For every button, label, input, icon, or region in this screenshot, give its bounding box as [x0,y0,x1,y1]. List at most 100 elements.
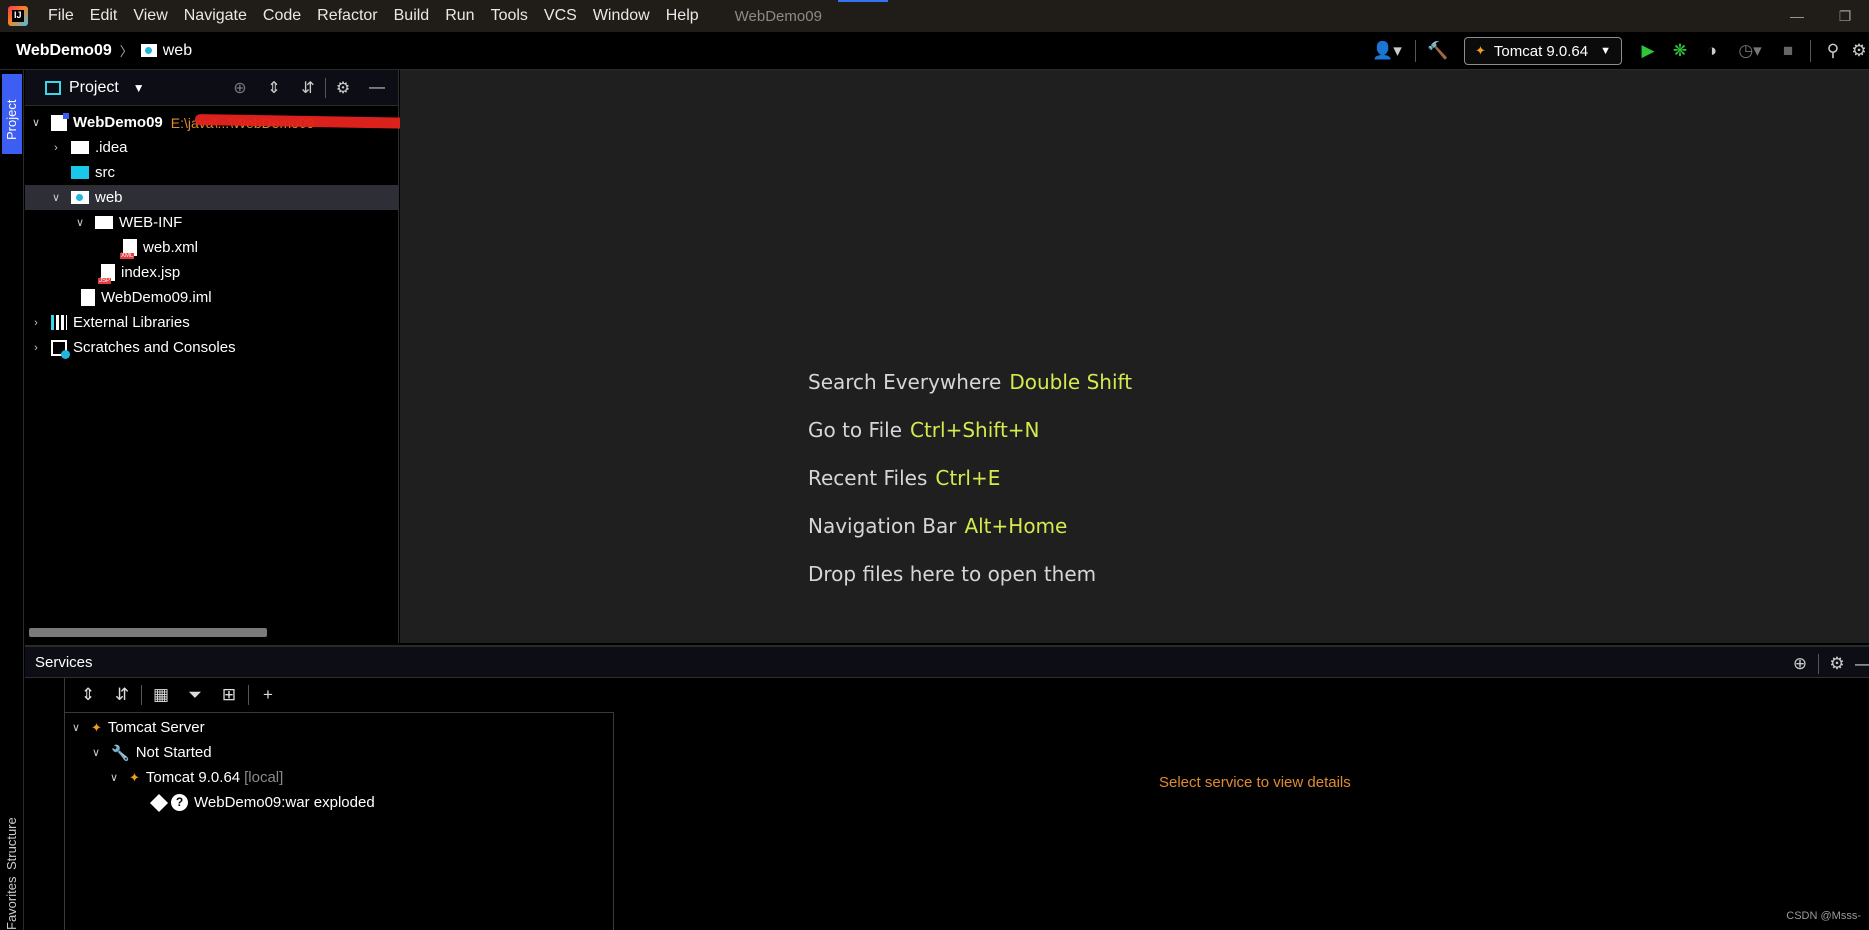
hint-shortcut: Ctrl+E [935,466,1001,490]
tree-node-iml[interactable]: WebDemo09.iml [25,285,398,310]
tool-tab-favorites[interactable]: Favorites [4,877,19,930]
menu-edit[interactable]: Edit [82,0,126,32]
chevron-down-icon[interactable]: ∨ [107,771,121,784]
editor-empty-area[interactable]: Search Everywhere Double Shift Go to File… [400,70,1869,643]
service-node-not-started[interactable]: ∨ 🔧 Not Started [65,740,613,765]
menu-help[interactable]: Help [658,0,707,32]
hint-label: Go to File [808,418,902,442]
gear-icon[interactable]: ⚙ [326,78,360,98]
toolbar-separator [1414,40,1416,62]
search-icon[interactable]: ⚲ [1817,35,1849,67]
chevron-down-icon[interactable]: ∨ [89,746,103,759]
tomcat-icon: ✦ [129,769,140,785]
service-local-tag: [local] [244,769,284,786]
service-node-artifact[interactable]: ? WebDemo09:war exploded [65,790,613,815]
tool-tab-project[interactable]: Project [2,74,22,154]
folder-icon [71,141,89,154]
locate-target-icon[interactable]: ⊕ [1782,654,1818,674]
menu-view-label: View [133,7,168,24]
web-folder-icon [71,191,89,204]
run-config-label: Tomcat 9.0.64 [1493,42,1589,60]
module-icon [51,112,69,131]
chevron-right-icon[interactable]: › [29,342,43,354]
chevron-down-icon[interactable]: ∨ [49,191,63,204]
menu-window-label: Window [592,7,650,24]
debug-bug-icon[interactable]: ❋ [1664,35,1696,67]
menu-navigate[interactable]: Navigate [176,0,255,32]
service-node-tomcat-server[interactable]: ∨ ✦ Tomcat Server [65,715,613,740]
tree-label-web-xml: web.xml [143,239,199,256]
tree-label-scratches: Scratches and Consoles [73,339,236,356]
new-tab-icon[interactable]: ⊞ [212,685,246,705]
tree-node-idea[interactable]: › .idea [25,135,398,160]
collapse-all-icon[interactable]: ⇵ [291,78,325,98]
tree-label-iml: WebDemo09.iml [101,289,212,306]
intellij-logo-icon[interactable]: IJ [8,6,28,26]
horizontal-scrollbar[interactable] [29,628,267,637]
add-service-icon[interactable]: + [251,685,285,705]
left-tool-strip: Project [0,70,24,930]
breadcrumb-project[interactable]: WebDemo09 [16,42,112,60]
service-label-tomcat-server: Tomcat Server [107,719,205,736]
menu-help-label: Help [665,7,699,24]
tree-label-index-jsp: index.jsp [121,264,181,281]
expand-all-icon[interactable]: ⇕ [71,685,105,705]
menu-code[interactable]: Code [255,0,309,32]
user-account-icon[interactable]: 👤▾ [1365,35,1409,67]
hint-drop-files: Drop files here to open them [808,562,1096,586]
gear-icon[interactable]: ⚙ [1819,654,1855,674]
jsp-file-icon [98,264,115,284]
hint-navigation-bar: Navigation Bar Alt+Home [808,514,1067,538]
restore-icon[interactable]: ❐ [1821,0,1869,32]
build-hammer-icon[interactable]: 🔨 [1422,35,1454,67]
filter-icon[interactable]: ⏷ [178,685,212,705]
hide-panel-icon[interactable]: — [360,79,394,97]
group-by-icon[interactable]: ▦ [144,685,178,705]
hint-label: Drop files here to open them [808,562,1097,586]
menu-navigate-label: Navigate [183,7,247,24]
tree-node-src[interactable]: › src [25,160,398,185]
expand-all-icon[interactable]: ⇕ [257,78,291,98]
chevron-right-icon[interactable]: › [49,142,63,154]
collapse-all-icon[interactable]: ⇵ [105,685,139,705]
menu-window[interactable]: Window [585,0,658,32]
menu-build[interactable]: Build [386,0,438,32]
window-controls: — ❐ [1773,0,1869,32]
tree-node-scratches[interactable]: › Scratches and Consoles [25,335,398,360]
tree-node-web-xml[interactable]: web.xml [25,235,398,260]
project-panel-title[interactable]: Project [69,79,119,97]
tree-node-web[interactable]: ∨ web [25,185,398,210]
settings-gear-icon[interactable]: ⚙ [1849,35,1869,67]
window-title: WebDemo09 [734,7,822,25]
stop-icon[interactable]: ■ [1772,35,1804,67]
chevron-down-icon[interactable]: ∨ [73,216,87,229]
breadcrumb-web[interactable]: web [163,42,192,60]
run-icon[interactable]: ▶ [1632,35,1664,67]
service-node-tomcat-instance[interactable]: ∨ ✦ Tomcat 9.0.64 [local] [65,765,613,790]
run-configuration-selector[interactable]: ✦ Tomcat 9.0.64 ▼ [1463,37,1622,65]
menu-tools-label: Tools [490,7,528,24]
menu-refactor[interactable]: Refactor [309,0,385,32]
project-view-icon [45,80,61,95]
tree-node-index-jsp[interactable]: index.jsp [25,260,398,285]
menu-file[interactable]: File [40,0,82,32]
menu-tools[interactable]: Tools [483,0,536,32]
minimize-icon[interactable]: — [1773,0,1821,32]
coverage-icon[interactable]: ◑ [1696,35,1728,67]
service-label-not-started: Not Started [135,744,212,761]
locate-target-icon[interactable]: ⊕ [223,78,257,98]
tree-node-external-libraries[interactable]: › External Libraries [25,310,398,335]
tree-node-web-inf[interactable]: ∨ WEB-INF [25,210,398,235]
chevron-down-icon[interactable]: ∨ [29,116,43,129]
tree-node-root[interactable]: ∨ WebDemo09 E:\java\...\WebDemo09 [25,110,428,135]
chevron-down-icon[interactable]: ▼ [133,81,145,95]
tree-label-src: src [95,164,115,181]
profile-icon[interactable]: ◷▾ [1728,35,1772,67]
chevron-down-icon[interactable]: ∨ [69,721,83,734]
tool-tab-structure[interactable]: Structure [4,817,19,870]
menu-vcs[interactable]: VCS [536,0,585,32]
hide-panel-icon[interactable]: — [1855,654,1869,674]
menu-run[interactable]: Run [437,0,482,32]
menu-view[interactable]: View [125,0,175,32]
chevron-right-icon[interactable]: › [29,317,43,329]
